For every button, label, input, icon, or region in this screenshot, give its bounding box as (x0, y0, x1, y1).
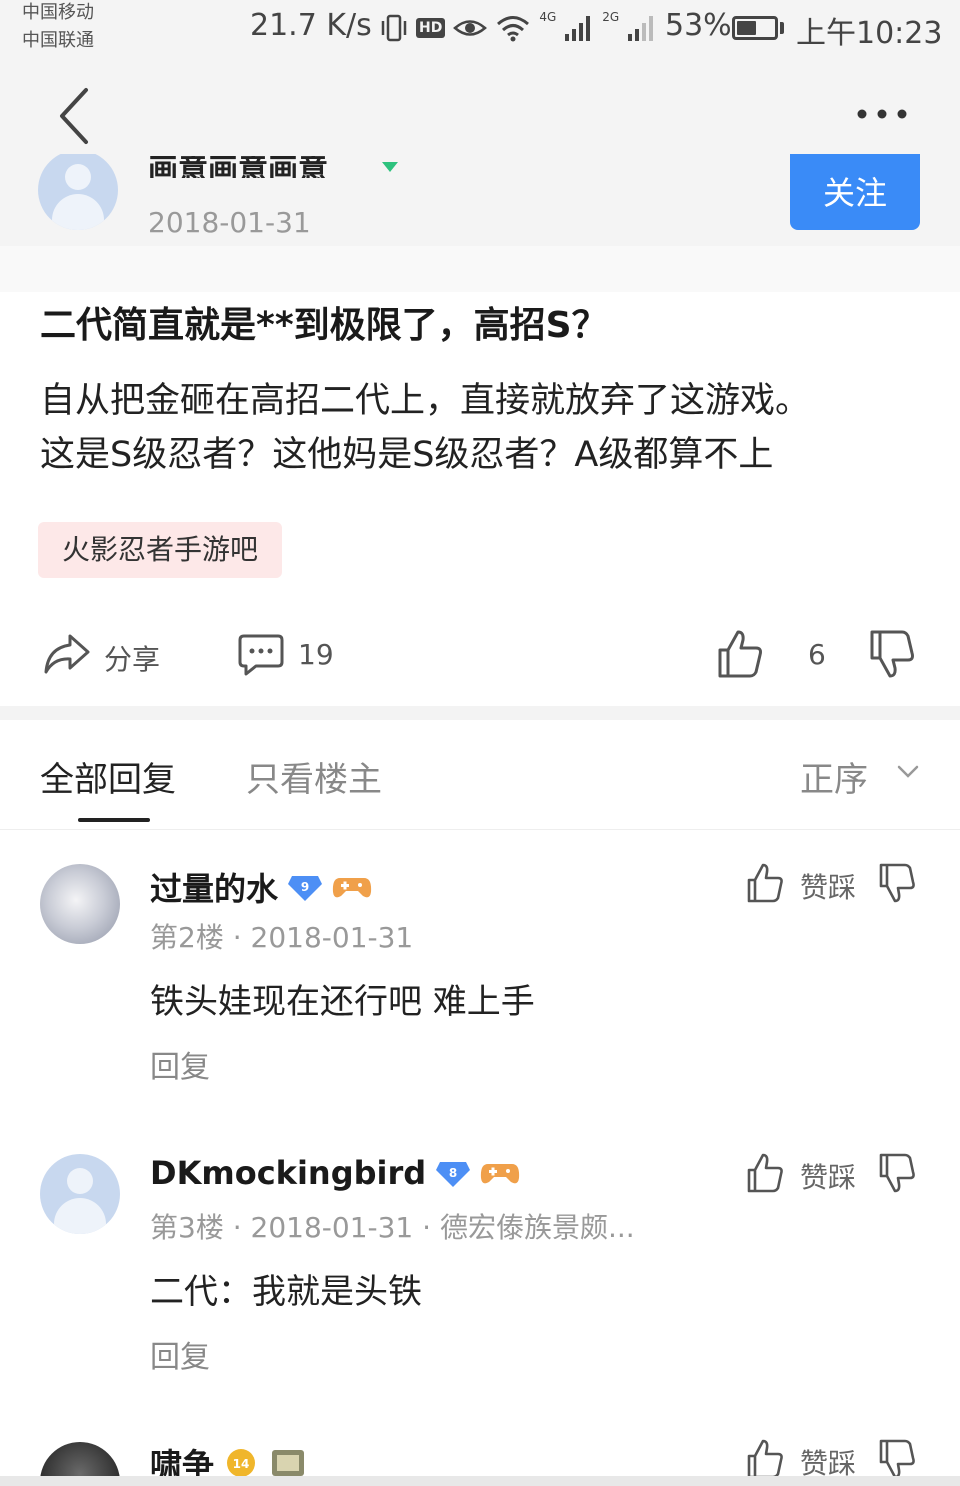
follow-button[interactable]: 关注 (790, 154, 920, 230)
gamepad-icon (481, 1164, 520, 1184)
more-icon[interactable] (852, 102, 912, 126)
reply-text: 铁头娃现在还行吧 难上手 (150, 982, 535, 1022)
thumbs-down-icon[interactable] (878, 1438, 916, 1476)
battery-percent: 53% (665, 8, 732, 43)
status-bar: 中国移动 中国联通 21.7 K/s HD 4G 2G 53% 上午10:23 (0, 0, 960, 62)
signal-1-label: 4G (539, 10, 557, 24)
post-body-line-1: 自从把金砸在高招二代上，直接就放弃了这游戏。 (40, 381, 811, 421)
signal-icon (565, 16, 591, 41)
reply-author[interactable]: DKmockingbird 8 (150, 1154, 520, 1192)
sort-dropdown[interactable]: 正序 (800, 752, 868, 801)
section-divider (0, 706, 960, 720)
thumbs-up-icon[interactable] (716, 628, 764, 680)
reply-author-name[interactable]: 啸争 (150, 1440, 214, 1476)
carrier-1: 中国移动 (22, 2, 94, 23)
reply-text: 二代：我就是头铁 (150, 1272, 422, 1312)
post-action-bar: 分享 19 6 (0, 618, 960, 698)
thumbs-down-icon[interactable] (868, 628, 916, 680)
reply-item: 过量的水 9 第2楼 · 2018-01-31 铁头娃现在还行吧 难上手 回复 … (0, 860, 960, 1120)
reply-item: 啸争 14 赞踩 (0, 1436, 960, 1476)
bottom-edge (0, 1476, 960, 1486)
level-badge-icon: 14 (227, 1449, 256, 1476)
verified-dot-icon (382, 162, 398, 172)
reply-author[interactable]: 啸争 14 (150, 1440, 308, 1476)
battery-tip (780, 22, 784, 34)
clock: 上午10:23 (796, 16, 943, 51)
signal-icon-2 (628, 16, 654, 41)
level-badge-number: 9 (301, 880, 309, 894)
nav-bar (0, 62, 960, 154)
battery-icon (732, 16, 778, 40)
vote-label: 赞踩 (800, 871, 857, 904)
reply-button[interactable]: 回复 (150, 1042, 210, 1086)
avatar[interactable] (38, 154, 118, 230)
thumbs-up-icon[interactable] (746, 1152, 784, 1194)
chevron-down-icon[interactable] (896, 762, 920, 782)
tab-all-replies[interactable]: 全部回复 (40, 752, 176, 801)
signal-2-label: 2G (602, 10, 620, 24)
thumbs-down-icon[interactable] (878, 1152, 916, 1194)
reply-author-name[interactable]: DKmockingbird (150, 1154, 426, 1192)
carrier-2: 中国联通 (22, 30, 94, 51)
comment-icon[interactable] (238, 632, 284, 676)
status-icons: HD 4G 2G (380, 10, 657, 46)
reply-button[interactable]: 回复 (150, 1332, 210, 1376)
back-icon[interactable] (52, 86, 100, 146)
hd-icon: HD (416, 18, 446, 38)
post-body-line-2: 这是S级忍者？这他妈是S级忍者？A级都算不上 (40, 435, 774, 475)
reply-item: DKmockingbird 8 第3楼 · 2018-01-31 · 德宏傣族景… (0, 1150, 960, 1410)
post-title: 二代简直就是**到极限了，高招S？ (40, 305, 608, 346)
reply-floor-info: 第2楼 · 2018-01-31 (150, 921, 414, 954)
tab-underline (78, 818, 150, 822)
thumbs-down-icon[interactable] (878, 862, 916, 904)
vote-label: 赞踩 (800, 1447, 857, 1476)
level-badge-number: 8 (449, 1166, 457, 1180)
level-badge-number: 14 (233, 1457, 250, 1471)
comment-count[interactable]: 19 (298, 638, 334, 671)
share-icon[interactable] (42, 632, 92, 676)
spacer (0, 246, 960, 292)
share-button[interactable]: 分享 (104, 638, 160, 678)
wifi-icon (497, 16, 530, 42)
reply-author[interactable]: 过量的水 9 (150, 864, 372, 910)
network-speed: 21.7 K/s (250, 8, 372, 43)
author-date: 2018-01-31 (148, 206, 311, 239)
reply-tabs: 全部回复 只看楼主 正序 (0, 720, 960, 830)
gamepad-icon (332, 878, 372, 898)
avatar[interactable] (40, 1442, 120, 1476)
game-badge-icon (272, 1450, 305, 1476)
vote-label: 赞踩 (800, 1161, 857, 1194)
forum-tag[interactable]: 火影忍者手游吧 (38, 522, 283, 578)
thumbs-up-icon[interactable] (746, 1438, 784, 1476)
eye-icon (453, 20, 488, 36)
author-row: 画意画意画意 2018-01-31 关注 (0, 154, 960, 246)
thumbs-up-icon[interactable] (746, 862, 784, 904)
battery-fill (737, 21, 756, 35)
author-name[interactable]: 画意画意画意 (148, 156, 328, 178)
avatar[interactable] (40, 864, 120, 944)
reply-author-name[interactable]: 过量的水 (150, 864, 278, 910)
vibrate-icon (381, 14, 407, 42)
tab-author-only[interactable]: 只看楼主 (246, 752, 382, 801)
level-badge-icon: 9 (288, 876, 323, 901)
post-body: 自从把金砸在高招二代上，直接就放弃了这游戏。 这是S级忍者？这他妈是S级忍者？A… (40, 374, 920, 482)
avatar[interactable] (40, 1154, 120, 1234)
reply-floor-info: 第3楼 · 2018-01-31 · 德宏傣族景颇... (150, 1211, 635, 1244)
level-badge-icon: 8 (436, 1162, 471, 1187)
like-count: 6 (808, 638, 826, 671)
